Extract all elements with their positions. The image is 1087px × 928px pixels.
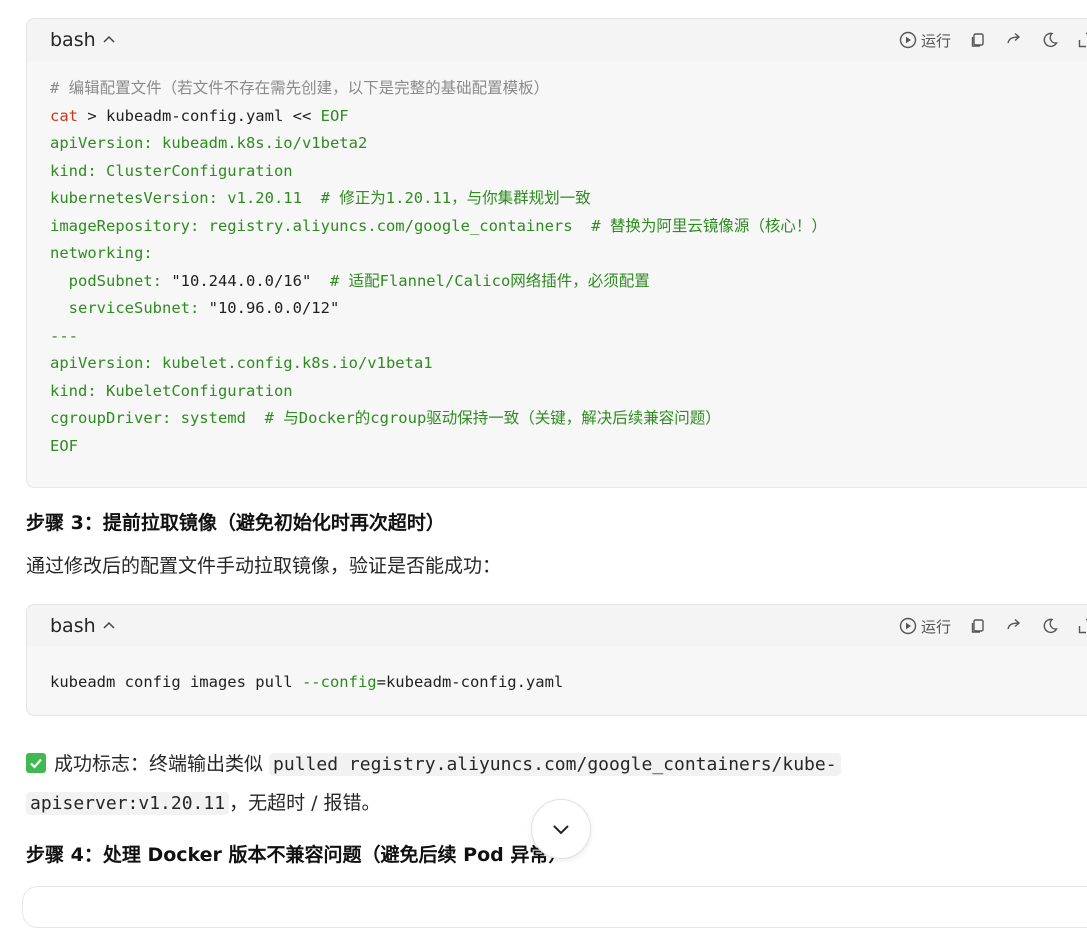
code-token: serviceSubnet: bbox=[50, 299, 209, 317]
code-line: imageRepository: registry.aliyuncs.com/g… bbox=[50, 213, 1084, 241]
code-line: kubeadm config images pull --config=kube… bbox=[50, 669, 1084, 697]
code-token: cgroupDriver: systemd # 与Docker的cgroup驱动… bbox=[50, 409, 721, 427]
code-content: kubeadm config images pull --config=kube… bbox=[27, 647, 1087, 709]
copy-button[interactable] bbox=[969, 31, 987, 49]
language-label: bash bbox=[50, 615, 96, 637]
code-token: apiVersion: kubelet.config.k8s.io/v1beta… bbox=[50, 354, 433, 372]
inline-code: pulled registry.aliyuncs.com/google_cont… bbox=[269, 753, 841, 776]
next-code-block bbox=[22, 886, 1087, 928]
code-token: =kubeadm-config.yaml bbox=[376, 673, 564, 691]
code-token: kind: ClusterConfiguration bbox=[50, 161, 293, 180]
code-line: kind: KubeletConfiguration bbox=[50, 378, 1084, 406]
copy-icon bbox=[971, 33, 984, 47]
language-toggle[interactable]: bash bbox=[50, 29, 116, 51]
code-token: --config bbox=[301, 673, 377, 691]
expand-button[interactable] bbox=[1077, 31, 1087, 49]
moon-icon bbox=[1043, 618, 1058, 634]
chevron-down-icon bbox=[553, 825, 569, 835]
step3-text: 通过修改后的配置文件手动拉取镜像，验证是否能成功： bbox=[26, 555, 502, 577]
code-line: --- bbox=[50, 323, 1084, 351]
step3-heading: 步骤 3：提前拉取镜像（避免初始化时再次超时） bbox=[26, 512, 445, 534]
code-line: networking: bbox=[50, 240, 1084, 268]
code-token: "10.96.0.0/12" bbox=[208, 299, 340, 317]
share-button[interactable] bbox=[1005, 31, 1023, 49]
run-button[interactable]: 运行 bbox=[899, 616, 951, 637]
success-tail: ，无超时 / 报错。 bbox=[229, 792, 381, 814]
copy-icon bbox=[971, 619, 984, 633]
chevron-up-icon bbox=[103, 621, 115, 629]
code-line: EOF bbox=[50, 433, 1084, 461]
code-token: # 适配Flannel/Calico网络插件，必须配置 bbox=[311, 271, 650, 290]
code-token: apiVersion: kubeadm.k8s.io/v1beta2 bbox=[50, 134, 368, 152]
code-line: cgroupDriver: systemd # 与Docker的cgroup驱动… bbox=[50, 405, 1084, 433]
code-token: EOF bbox=[320, 106, 349, 125]
code-line: serviceSubnet: "10.96.0.0/12" bbox=[50, 295, 1084, 323]
code-token: kind: KubeletConfiguration bbox=[50, 381, 293, 400]
code-token: cat bbox=[50, 106, 78, 125]
code-line: apiVersion: kubeadm.k8s.io/v1beta2 bbox=[50, 130, 1084, 158]
copy-button[interactable] bbox=[969, 617, 987, 635]
code-token: kubernetesVersion: v1.20.11 # 修正为1.20.11… bbox=[50, 189, 591, 207]
share-icon bbox=[1007, 32, 1021, 44]
run-button[interactable]: 运行 bbox=[899, 30, 951, 51]
code-block-config: bash 运行 # 编辑配置文件（若文件不存在需先创建，以下是完整的基础配置模板… bbox=[26, 18, 1087, 488]
code-token: --- bbox=[50, 326, 78, 345]
run-label: 运行 bbox=[920, 617, 951, 636]
share-icon bbox=[1007, 618, 1021, 630]
moon-icon bbox=[1043, 32, 1058, 48]
code-block-header: bash 运行 bbox=[27, 605, 1087, 647]
success-paragraph: 成功标志：终端输出类似 pulled registry.aliyuncs.com… bbox=[26, 745, 1026, 823]
code-line: podSubnet: "10.244.0.0/16" # 适配Flannel/C… bbox=[50, 268, 1084, 296]
check-icon bbox=[26, 753, 46, 773]
code-line: cat > kubeadm-config.yaml << EOF bbox=[50, 103, 1084, 131]
code-line: kubernetesVersion: v1.20.11 # 修正为1.20.11… bbox=[50, 185, 1084, 213]
code-block-pull: bash 运行 kubeadm config images pull --con… bbox=[26, 604, 1087, 716]
theme-toggle-button[interactable] bbox=[1041, 31, 1059, 49]
code-token: EOF bbox=[50, 436, 78, 455]
language-label: bash bbox=[50, 29, 96, 51]
share-button[interactable] bbox=[1005, 617, 1023, 635]
language-toggle[interactable]: bash bbox=[50, 615, 116, 637]
code-line: # 编辑配置文件（若文件不存在需先创建，以下是完整的基础配置模板） bbox=[50, 75, 1084, 103]
code-token: > kubeadm-config.yaml << bbox=[78, 106, 321, 125]
expand-icon bbox=[1078, 32, 1087, 48]
expand-button[interactable] bbox=[1077, 617, 1087, 635]
code-line: kind: ClusterConfiguration bbox=[50, 158, 1084, 186]
code-token: kubeadm config images pull bbox=[50, 673, 302, 691]
code-token: imageRepository: registry.aliyuncs.com/g… bbox=[50, 216, 827, 235]
code-token: networking: bbox=[50, 244, 153, 262]
expand-icon bbox=[1078, 618, 1087, 634]
code-token: # 编辑配置文件（若文件不存在需先创建，以下是完整的基础配置模板） bbox=[50, 79, 550, 97]
run-label: 运行 bbox=[920, 31, 951, 50]
code-token: "10.244.0.0/16" bbox=[171, 271, 312, 290]
code-token: podSubnet: bbox=[50, 271, 172, 290]
play-icon bbox=[899, 31, 917, 49]
code-content: # 编辑配置文件（若文件不存在需先创建，以下是完整的基础配置模板） cat > k… bbox=[27, 61, 1087, 472]
inline-code: apiserver:v1.20.11 bbox=[26, 792, 230, 815]
code-block-header: bash 运行 bbox=[27, 19, 1087, 61]
chevron-up-icon bbox=[103, 35, 115, 43]
code-line: apiVersion: kubelet.config.k8s.io/v1beta… bbox=[50, 350, 1084, 378]
step4-heading: 步骤 4：处理 Docker 版本不兼容问题（避免后续 Pod 异常） bbox=[26, 844, 568, 866]
code-toolbar: 运行 bbox=[881, 30, 1087, 51]
code-toolbar: 运行 bbox=[881, 616, 1087, 637]
scroll-down-button[interactable] bbox=[531, 799, 591, 859]
theme-toggle-button[interactable] bbox=[1041, 617, 1059, 635]
play-icon bbox=[899, 617, 917, 635]
success-label: 成功标志：终端输出类似 bbox=[54, 753, 270, 775]
